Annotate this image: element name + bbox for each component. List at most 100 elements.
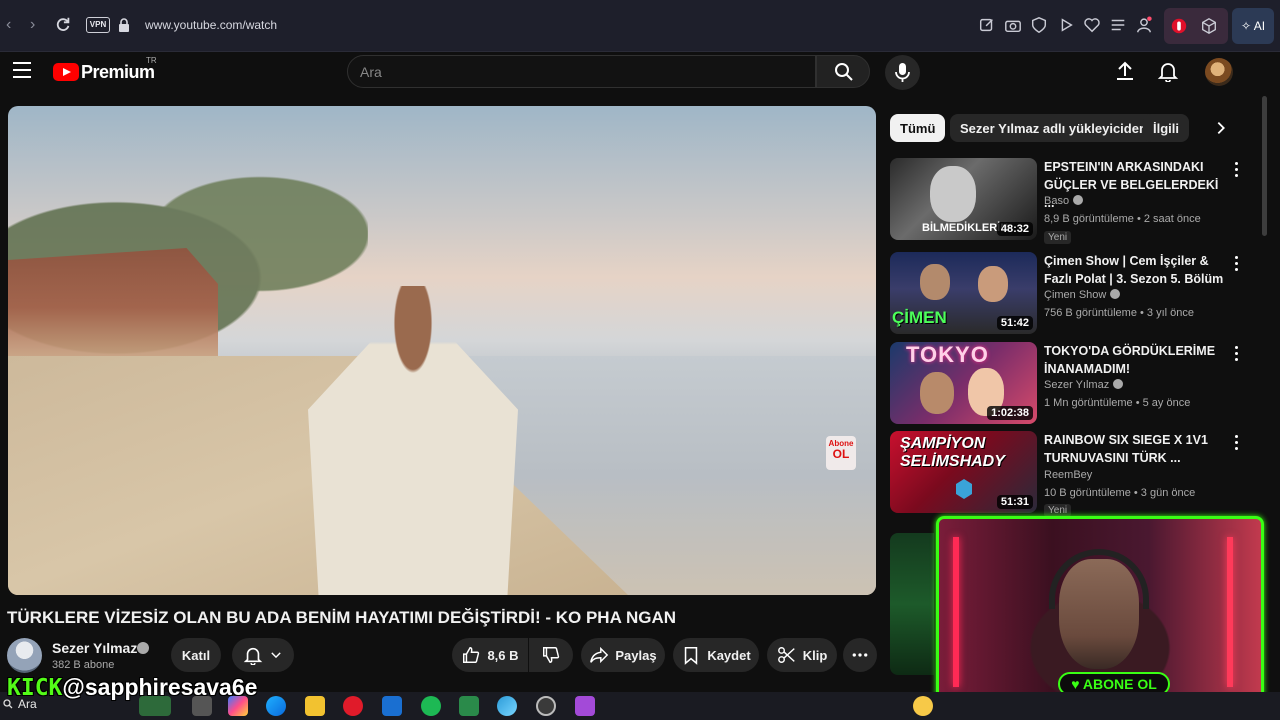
mail-app-icon[interactable] — [382, 696, 402, 716]
vpn-badge[interactable]: VPN — [86, 17, 110, 33]
address-bar[interactable]: www.youtube.com/watch — [145, 18, 277, 32]
chip-related[interactable]: İlgili — [1143, 114, 1189, 142]
file-explorer-icon[interactable] — [305, 696, 325, 716]
country-code: TR — [146, 56, 157, 65]
neon-light — [1227, 537, 1233, 687]
recommendation-meta: 8,9 B görüntüleme • 2 saat önce — [1044, 213, 1201, 225]
more-vertical-icon[interactable] — [1230, 256, 1242, 274]
recommendation-title[interactable]: Çimen Show | Cem İşçiler & Fazlı Polat |… — [1044, 252, 1224, 288]
list-icon[interactable] — [1109, 16, 1127, 34]
forward-icon[interactable]: › — [30, 16, 35, 34]
recommendation-title[interactable]: RAINBOW SIX SIEGE X 1V1 TURNUVASINI TÜRK… — [1044, 431, 1224, 467]
app-icon[interactable] — [575, 696, 595, 716]
play-icon[interactable] — [1057, 16, 1075, 34]
chevron-right-icon[interactable] — [1212, 119, 1230, 137]
subscribe-banner-label: ABONE OL — [1082, 676, 1157, 692]
thumbnail-text: ÇİMEN — [892, 308, 947, 327]
ai-label: AI — [1253, 19, 1266, 33]
search-button[interactable] — [816, 55, 870, 88]
video-duration: 1:02:38 — [987, 406, 1033, 420]
voice-search-button[interactable] — [885, 55, 920, 90]
search-input[interactable] — [360, 56, 800, 87]
reload-icon[interactable] — [54, 16, 72, 34]
more-vertical-icon[interactable] — [1230, 346, 1242, 364]
thumbs-down-icon — [543, 647, 560, 664]
hamburger-menu-icon[interactable] — [13, 62, 31, 78]
dislike-button[interactable] — [529, 638, 573, 672]
channel-avatar[interactable] — [7, 638, 42, 673]
verified-icon — [1110, 289, 1121, 299]
lock-icon — [119, 18, 129, 32]
more-vertical-icon[interactable] — [1230, 162, 1242, 180]
recommendation-item[interactable]: BİLMEDİKLERİN 48:32 EPSTEIN'IN ARKASINDA… — [890, 158, 1250, 244]
edit-icon[interactable] — [978, 16, 996, 34]
recommendation-item[interactable]: TOKYO 1:02:38 TOKYO'DA GÖRDÜKLERİME İNAN… — [890, 342, 1250, 428]
browser-app-icon[interactable] — [497, 696, 517, 716]
chevron-down-icon — [271, 652, 281, 659]
profile-icon[interactable] — [1135, 16, 1153, 34]
more-horizontal-icon — [852, 653, 868, 657]
recommendation-channel[interactable]: Sezer Yılmaz — [1044, 379, 1124, 391]
ai-button[interactable]: ✧ AI — [1232, 8, 1274, 44]
partial-thumbnail[interactable] — [890, 533, 934, 675]
kick-handle: @sapphiresava6e — [62, 674, 258, 700]
join-button[interactable]: Katıl — [171, 638, 221, 672]
system-tray-icons[interactable] — [1160, 696, 1200, 716]
thumbnail-face — [920, 264, 950, 300]
spotify-icon[interactable] — [421, 696, 441, 716]
channel-name[interactable]: Sezer Yılmaz — [52, 640, 137, 656]
thumbnail-text: TOKYO — [906, 342, 989, 367]
video-thumbnail[interactable]: ŞAMPİYON SELİMSHADY 51:31 — [890, 431, 1037, 513]
shield-icon[interactable] — [1030, 16, 1048, 34]
recommendation-item[interactable]: ŞAMPİYON SELİMSHADY 51:31 RAINBOW SIX SI… — [890, 431, 1250, 517]
subscribe-watermark[interactable]: Abone OL — [826, 436, 856, 470]
weather-icon[interactable] — [913, 696, 933, 716]
thumbnail-text: BİLMEDİKLERİN — [922, 222, 1009, 234]
heart-icon[interactable] — [1083, 16, 1101, 34]
bookmark-icon — [685, 646, 698, 665]
like-count: 8,6 B — [487, 647, 519, 663]
camera-icon[interactable] — [1004, 16, 1022, 34]
obs-studio-icon[interactable] — [536, 696, 556, 716]
notifications-bell-icon[interactable] — [1157, 60, 1179, 82]
video-thumbnail[interactable]: ÇİMEN 51:42 — [890, 252, 1037, 334]
share-label: Paylaş — [615, 647, 657, 663]
subscriber-count: 382 B abone — [52, 659, 115, 671]
thumbnail-face — [978, 266, 1008, 302]
upload-icon[interactable] — [1114, 60, 1136, 82]
back-icon[interactable]: ‹ — [6, 16, 11, 34]
extensions-area — [1164, 8, 1228, 44]
record-icon[interactable] — [1170, 17, 1188, 35]
video-thumbnail[interactable]: BİLMEDİKLERİN 48:32 — [890, 158, 1037, 240]
chip-from-uploader[interactable]: Sezer Yılmaz adlı yükleyiciden — [950, 114, 1157, 142]
new-badge: Yeni — [1044, 231, 1072, 244]
recommendation-channel[interactable]: Baso — [1044, 195, 1084, 207]
recommendation-channel[interactable]: ReemBey — [1044, 469, 1092, 481]
notification-toggle-button[interactable] — [232, 638, 294, 672]
clip-button[interactable]: Klip — [767, 638, 837, 672]
more-vertical-icon[interactable] — [1230, 435, 1242, 453]
edge-browser-icon[interactable] — [266, 696, 286, 716]
headset-icon — [1049, 549, 1149, 609]
scrollbar-thumb[interactable] — [1262, 96, 1267, 236]
kick-logo: KICK — [7, 675, 63, 701]
neon-light — [953, 537, 959, 687]
more-actions-button[interactable] — [843, 638, 877, 672]
recommendation-channel[interactable]: Çimen Show — [1044, 289, 1121, 301]
join-label: Katıl — [181, 647, 211, 663]
kick-watermark: KICK@sapphiresava6e — [7, 674, 257, 701]
save-button[interactable]: Kaydet — [673, 638, 759, 672]
xbox-app-icon[interactable] — [459, 696, 479, 716]
like-button[interactable]: 8,6 B — [452, 638, 528, 672]
video-player[interactable] — [8, 106, 876, 595]
cube-icon[interactable] — [1200, 17, 1218, 35]
thumbs-up-icon — [463, 646, 480, 663]
recommendation-item[interactable]: ÇİMEN 51:42 Çimen Show | Cem İşçiler & F… — [890, 252, 1250, 338]
chip-all[interactable]: Tümü — [890, 114, 946, 142]
recommendation-title[interactable]: TOKYO'DA GÖRDÜKLERİME İNANAMADIM! — [1044, 342, 1224, 378]
opera-browser-icon[interactable] — [343, 696, 363, 716]
share-button[interactable]: Paylaş — [581, 638, 665, 672]
video-thumbnail[interactable]: TOKYO 1:02:38 — [890, 342, 1037, 424]
account-avatar[interactable] — [1205, 58, 1233, 86]
scissors-icon — [777, 647, 795, 663]
